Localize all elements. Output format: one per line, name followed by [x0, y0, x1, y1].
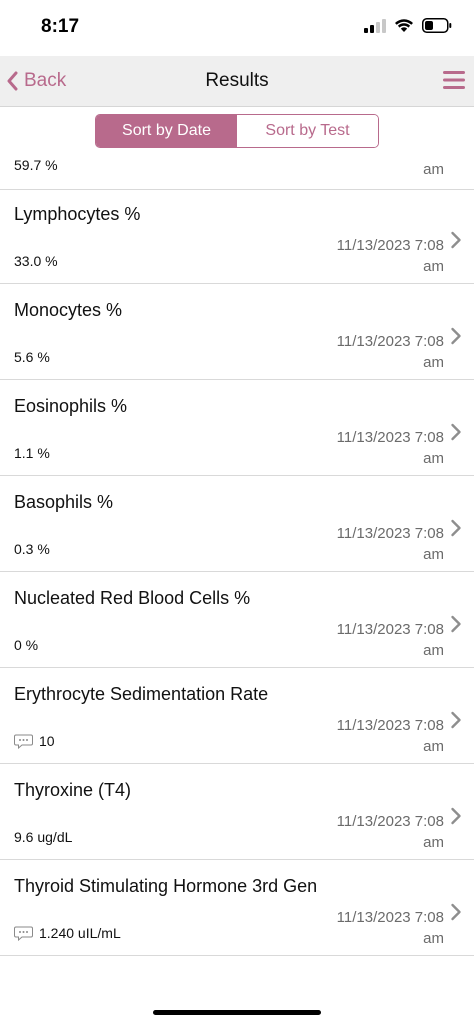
status-icons	[364, 18, 452, 33]
result-value: 1.240 uIL/mL	[39, 925, 121, 941]
result-value-wrap: 1.1 %	[14, 445, 50, 461]
chevron-right-icon	[451, 807, 461, 825]
result-date-ampm: am	[423, 258, 444, 275]
result-value: 9.6 ug/dL	[14, 829, 73, 845]
status-time: 8:17	[41, 16, 80, 37]
result-date-ampm: am	[423, 450, 444, 467]
result-row[interactable]: Nucleated Red Blood Cells % 0 % 11/13/2023…	[0, 573, 474, 668]
result-row[interactable]: Thyroid Stimulating Hormone 3rd Gen 1.240…	[0, 861, 474, 956]
result-name: Monocytes %	[14, 300, 123, 320]
result-row[interactable]: Erythrocyte Sedimentation Rate 10 11/13/20…	[0, 669, 474, 764]
result-date-ampm: am	[423, 354, 444, 371]
result-value: 33.0 %	[14, 253, 58, 269]
result-value: 1.1 %	[14, 445, 50, 461]
result-date-time: 11/13/2023 7:08	[336, 621, 444, 638]
result-date-time: 11/13/2023 7:08	[336, 813, 444, 830]
result-value: 5.6 %	[14, 349, 50, 365]
result-date-time: 11/13/2023 7:08	[336, 429, 444, 446]
result-name: Erythrocyte Sedimentation Rate	[14, 684, 269, 704]
result-date-ampm: am	[423, 546, 444, 563]
chevron-right-icon	[451, 423, 461, 441]
chevron-right-icon	[451, 519, 461, 537]
result-name: Eosinophils %	[14, 396, 128, 416]
wifi-icon	[395, 19, 413, 32]
result-value-wrap: 0.3 %	[14, 541, 50, 557]
result-row[interactable]: Monocytes % 5.6 % 11/13/2023 7:08 am	[0, 285, 474, 380]
hamburger-menu-icon	[443, 71, 465, 89]
result-date-ampm: am	[423, 834, 444, 851]
result-date: 11/13/2023 7:08 am	[304, 235, 444, 277]
sort-by-date-tab[interactable]: Sort by Date	[96, 115, 237, 147]
sort-segmented-control: Sort by Date Sort by Test	[95, 114, 379, 148]
result-name: Basophils %	[14, 492, 114, 512]
result-value-wrap: 0 %	[14, 637, 38, 653]
result-name: Lymphocytes %	[14, 204, 141, 224]
result-date-time: 11/13/2023 7:08	[336, 333, 444, 350]
result-date-ampm: am	[423, 738, 444, 755]
result-value: 0.3 %	[14, 541, 50, 557]
result-value: 0 %	[14, 637, 39, 653]
result-date: 11/13/2023 7:08 am	[304, 427, 444, 469]
result-date-time: 11/13/2023 7:08	[336, 525, 444, 542]
result-date-ampm: am	[423, 930, 444, 947]
result-date-time: 11/13/2023 7:08	[336, 717, 444, 734]
result-value: 59.7 %	[14, 157, 58, 173]
home-indicator	[153, 1010, 321, 1015]
battery-icon	[422, 18, 452, 33]
chevron-right-icon	[451, 903, 461, 921]
result-name: Thyroid Stimulating Hormone 3rd Gen	[14, 876, 318, 896]
comment-bubble-icon	[14, 734, 33, 749]
result-value-wrap: 33.0 %	[14, 253, 58, 269]
result-row[interactable]: Basophils % 0.3 % 11/13/2023 7:08 am	[0, 477, 474, 572]
navigation-bar: Back Results	[0, 56, 474, 107]
sort-by-test-tab[interactable]: Sort by Test	[237, 115, 378, 147]
result-date: 11/13/2023 7:08 am	[304, 619, 444, 661]
result-name: Thyroxine (T4)	[14, 780, 132, 800]
result-row[interactable]: Lymphocytes % 33.0 % 11/13/2023 7:08 am	[0, 189, 474, 284]
sort-control-bar: Sort by Date Sort by Test	[0, 107, 474, 157]
result-value-wrap: 10	[14, 733, 55, 749]
result-date-ampm: am	[423, 161, 444, 178]
chevron-right-icon	[451, 615, 461, 633]
result-row[interactable]: Thyroxine (T4) 9.6 ug/dL 11/13/2023 7:08 am	[0, 765, 474, 860]
result-date: 11/13/2023 7:08 am	[304, 907, 444, 949]
result-date-time: 11/13/2023 7:08	[336, 909, 444, 926]
menu-button[interactable]	[443, 69, 465, 91]
chevron-right-icon	[451, 231, 461, 249]
page-title: Results	[205, 70, 269, 91]
result-value: 10	[39, 733, 55, 749]
result-value-wrap: 5.6 %	[14, 349, 50, 365]
result-value-wrap: 9.6 ug/dL	[14, 829, 72, 845]
result-row[interactable]: Eosinophils % 1.1 % 11/13/2023 7:08 am	[0, 381, 474, 476]
status-bar: 8:17	[0, 0, 474, 56]
comment-bubble-icon	[14, 926, 33, 941]
results-list: 59.7 % am Lymphocytes % 33.0 % 11/13/2023 …	[0, 157, 474, 957]
result-date-ampm: am	[423, 642, 444, 659]
chevron-right-icon	[451, 327, 461, 345]
result-date: 11/13/2023 7:08 am	[304, 331, 444, 373]
partial-result-row[interactable]: 59.7 % am	[0, 157, 474, 190]
cellular-signal-icon	[364, 18, 386, 33]
result-date: 11/13/2023 7:08 am	[304, 811, 444, 853]
result-value-wrap: 1.240 uIL/mL	[14, 925, 121, 941]
chevron-right-icon	[451, 711, 461, 729]
result-date: 11/13/2023 7:08 am	[304, 715, 444, 757]
result-date: 11/13/2023 7:08 am	[304, 523, 444, 565]
result-date-time: 11/13/2023 7:08	[336, 237, 444, 254]
result-name: Nucleated Red Blood Cells %	[14, 588, 251, 608]
